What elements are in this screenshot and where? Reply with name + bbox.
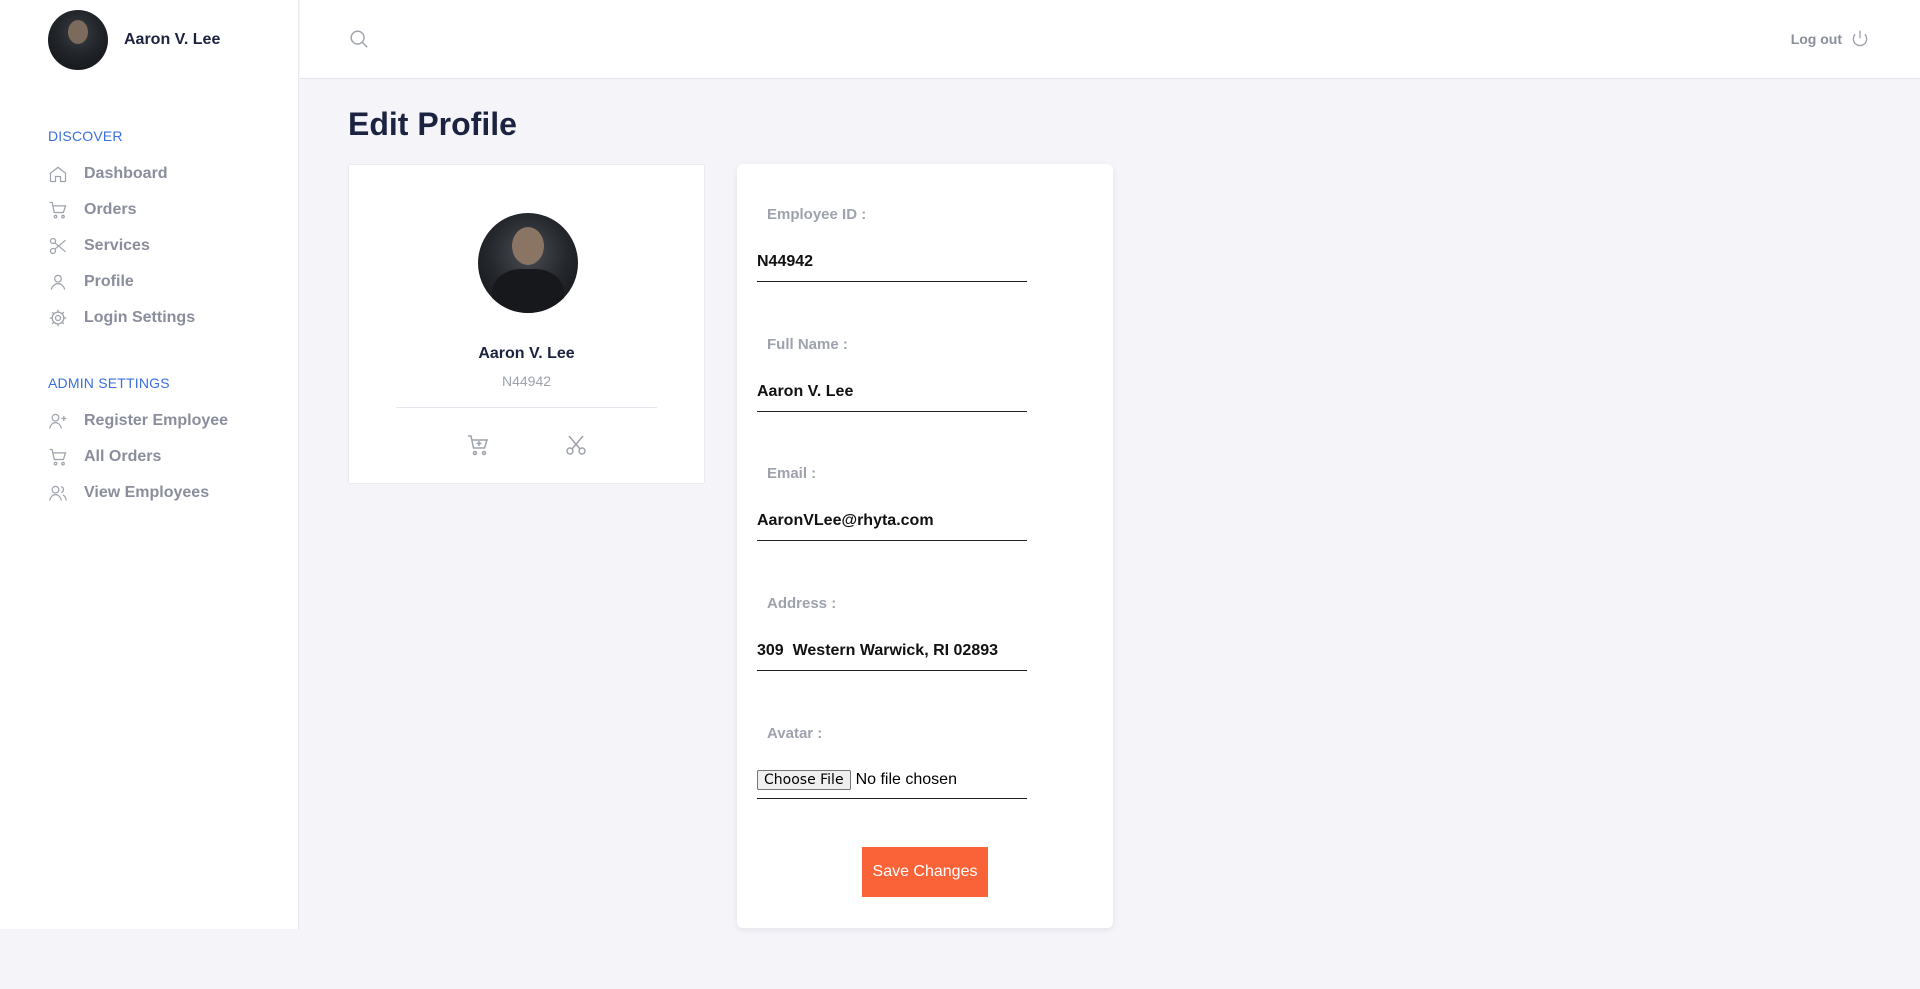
page-title: Edit Profile — [348, 106, 517, 142]
cart-icon — [48, 447, 68, 467]
user-icon — [48, 272, 68, 292]
sidebar-item-services[interactable]: Services — [48, 228, 195, 264]
email-input[interactable] — [757, 512, 1027, 541]
full-name-label: Full Name : — [767, 336, 848, 353]
sidebar-item-dashboard[interactable]: Dashboard — [48, 156, 195, 192]
search-icon[interactable] — [348, 28, 370, 50]
profile-employee-id: N44942 — [501, 373, 552, 389]
profile-actions — [349, 433, 704, 457]
logout-button[interactable]: Log out — [1791, 29, 1870, 49]
email-field: Email : — [757, 465, 1027, 541]
gear-icon — [48, 308, 68, 328]
sidebar-item-orders[interactable]: Orders — [48, 192, 195, 228]
sidebar-item-label: Register Employee — [84, 412, 229, 429]
nav-section-title: DISCOVER — [48, 128, 123, 144]
sidebar-item-register-employee[interactable]: Register Employee — [48, 403, 228, 439]
topbar: Log out — [300, 0, 1920, 79]
email-label: Email : — [767, 465, 817, 482]
sidebar-item-label: Services — [84, 237, 150, 254]
divider — [396, 407, 657, 408]
sidebar-item-profile[interactable]: Profile — [48, 264, 195, 300]
sidebar-item-login-settings[interactable]: Login Settings — [48, 300, 195, 336]
address-field: Address : — [757, 595, 1027, 671]
save-changes-button[interactable]: Save Changes — [862, 847, 988, 897]
avatar-field: Avatar : Choose File No file chosen — [757, 725, 1027, 799]
profile-name: Aaron V. Lee — [478, 345, 575, 362]
avatar — [478, 213, 578, 313]
employee-id-input[interactable] — [757, 253, 1027, 282]
employee-id-field: Employee ID : — [757, 206, 1027, 282]
sidebar-item-label: View Employees — [84, 484, 210, 501]
sidebar-item-label: Profile — [84, 273, 134, 290]
cart-icon — [48, 200, 68, 220]
logout-label: Log out — [1790, 31, 1842, 47]
employee-id-label: Employee ID : — [767, 206, 867, 223]
avatar-label: Avatar : — [767, 725, 823, 742]
choose-file-button[interactable]: Choose File — [757, 770, 851, 790]
sidebar-user[interactable]: Aaron V. Lee — [48, 10, 220, 70]
sidebar-item-label: Login Settings — [84, 309, 196, 326]
sidebar-item-all-orders[interactable]: All Orders — [48, 439, 228, 475]
avatar-file-input: Choose File No file chosen — [757, 770, 1027, 799]
sidebar-item-label: All Orders — [84, 448, 162, 465]
sidebar-item-label: Orders — [84, 201, 137, 218]
avatar — [48, 10, 108, 70]
nav-admin: ADMIN SETTINGS Register Employee All Ord… — [48, 375, 228, 511]
address-label: Address : — [767, 595, 837, 612]
full-name-input[interactable] — [757, 383, 1027, 412]
sidebar-item-label: Dashboard — [84, 165, 168, 182]
user-name: Aaron V. Lee — [124, 31, 221, 48]
users-icon — [48, 483, 68, 503]
sidebar-item-view-employees[interactable]: View Employees — [48, 475, 228, 511]
address-input[interactable] — [757, 642, 1027, 671]
user-plus-icon — [48, 411, 68, 431]
nav-discover: DISCOVER Dashboard Orders Services Profi… — [48, 128, 195, 336]
edit-profile-form: Employee ID : Full Name : Email : Addres… — [737, 164, 1113, 928]
scissors-icon[interactable] — [564, 433, 588, 457]
cart-plus-icon[interactable] — [466, 433, 490, 457]
profile-card: Aaron V. Lee N44942 — [348, 164, 705, 484]
sidebar: Aaron V. Lee DISCOVER Dashboard Orders S… — [0, 0, 299, 929]
home-icon — [48, 164, 68, 184]
scissors-icon — [48, 236, 68, 256]
nav-section-title: ADMIN SETTINGS — [48, 375, 170, 391]
power-icon — [1852, 30, 1868, 47]
full-name-field: Full Name : — [757, 336, 1027, 412]
file-status: No file chosen — [855, 771, 957, 788]
